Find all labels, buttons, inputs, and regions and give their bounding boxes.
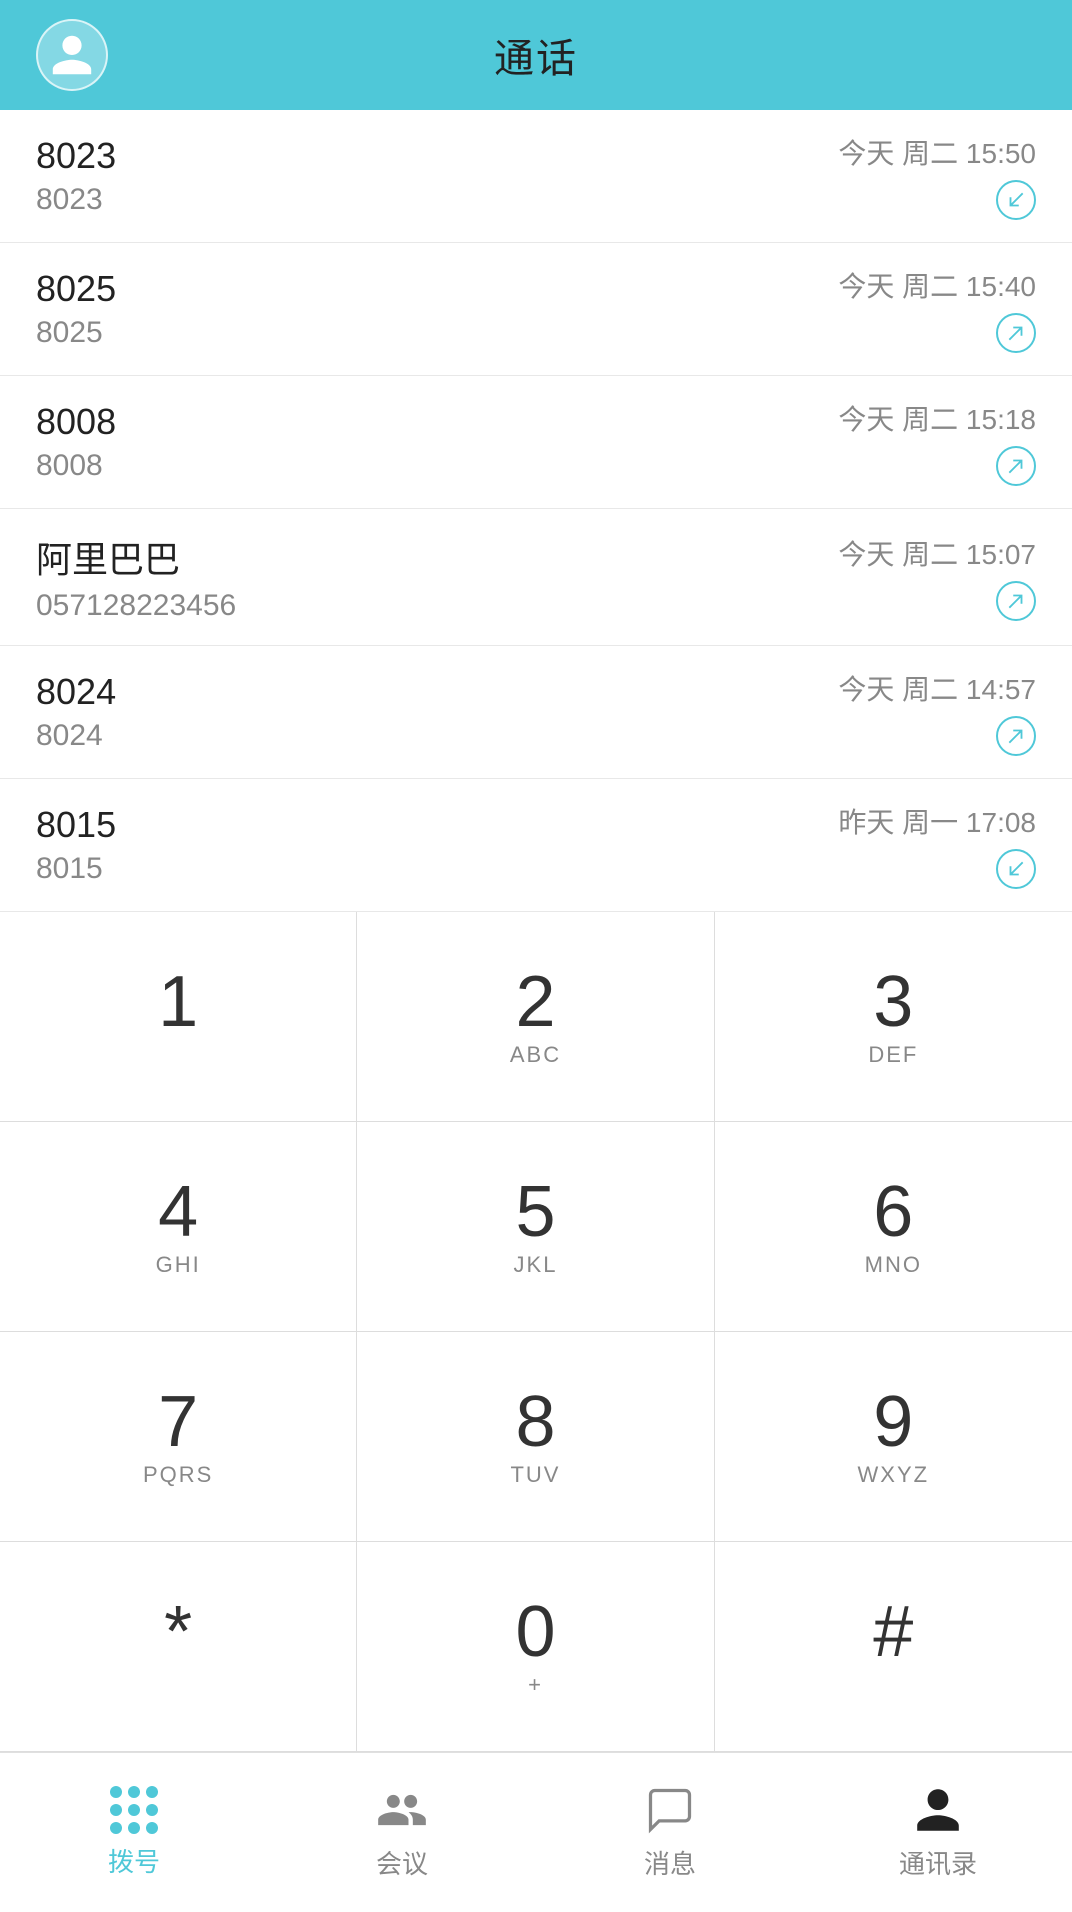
key-digit: 7 — [158, 1386, 198, 1458]
outgoing-call-icon — [996, 581, 1036, 621]
dialpad: 1 2 ABC 3 DEF 4 GHI 5 JKL 6 MNO 7 PQRS 8… — [0, 912, 1072, 1752]
nav-item-contacts[interactable]: 通讯录 — [804, 1753, 1072, 1912]
call-time: 今天 周二 15:50 — [838, 132, 1036, 172]
key-letters: JKL — [514, 1252, 558, 1278]
call-name: 8024 — [36, 671, 116, 713]
call-item[interactable]: 8024 8024 今天 周二 14:57 — [0, 646, 1072, 779]
call-name: 8023 — [36, 135, 116, 177]
bottom-nav: 拨号 会议 消息 通讯录 — [0, 1752, 1072, 1912]
outgoing-call-icon — [996, 716, 1036, 756]
key-digit: 0 — [515, 1596, 555, 1668]
dialpad-key-5[interactable]: 5 JKL — [357, 1122, 714, 1332]
dialpad-key-1[interactable]: 1 — [0, 912, 357, 1122]
key-digit: 8 — [515, 1386, 555, 1458]
call-item-info: 8015 8015 — [36, 804, 116, 886]
dialpad-key-*[interactable]: * — [0, 1542, 357, 1752]
nav-label: 拨号 — [108, 1842, 160, 1879]
key-digit: 3 — [873, 966, 913, 1038]
dialpad-nav-icon — [110, 1786, 158, 1834]
call-item[interactable]: 8023 8023 今天 周二 15:50 — [0, 110, 1072, 243]
key-letters: DEF — [868, 1042, 918, 1068]
nav-item-meeting[interactable]: 会议 — [268, 1753, 536, 1912]
call-item-info: 8024 8024 — [36, 671, 116, 753]
avatar[interactable] — [36, 19, 108, 91]
call-number: 8025 — [36, 316, 116, 350]
dialpad-key-8[interactable]: 8 TUV — [357, 1332, 714, 1542]
key-letters: + — [528, 1672, 543, 1698]
call-item-meta: 今天 周二 14:57 — [838, 668, 1036, 756]
call-item-info: 8025 8025 — [36, 268, 116, 350]
outgoing-call-icon — [996, 313, 1036, 353]
dialpad-key-#[interactable]: # — [715, 1542, 1072, 1752]
dialpad-key-2[interactable]: 2 ABC — [357, 912, 714, 1122]
nav-item-messages[interactable]: 消息 — [536, 1753, 804, 1912]
key-letters: WXYZ — [858, 1462, 930, 1488]
outgoing-call-icon — [996, 446, 1036, 486]
call-number: 8008 — [36, 449, 116, 483]
messages-icon — [644, 1784, 696, 1836]
key-letters: ABC — [510, 1042, 561, 1068]
key-letters: TUV — [510, 1462, 560, 1488]
call-item[interactable]: 8015 8015 昨天 周一 17:08 — [0, 779, 1072, 912]
key-letters: GHI — [156, 1252, 201, 1278]
call-number: 8023 — [36, 183, 116, 217]
key-digit: 9 — [873, 1386, 913, 1458]
incoming-call-icon — [996, 180, 1036, 220]
key-digit: * — [164, 1596, 192, 1668]
dialpad-key-0[interactable]: 0 + — [357, 1542, 714, 1752]
call-name: 阿里巴巴 — [36, 531, 236, 583]
call-time: 今天 周二 15:18 — [838, 398, 1036, 438]
key-digit: 6 — [873, 1176, 913, 1248]
dialpad-key-9[interactable]: 9 WXYZ — [715, 1332, 1072, 1542]
call-time: 今天 周二 15:40 — [838, 265, 1036, 305]
call-list: 8023 8023 今天 周二 15:50 8025 8025 今天 周二 15… — [0, 110, 1072, 912]
call-item[interactable]: 阿里巴巴 057128223456 今天 周二 15:07 — [0, 509, 1072, 646]
call-item-info: 8008 8008 — [36, 401, 116, 483]
call-item[interactable]: 8008 8008 今天 周二 15:18 — [0, 376, 1072, 509]
dialpad-key-4[interactable]: 4 GHI — [0, 1122, 357, 1332]
meeting-icon — [376, 1784, 428, 1836]
call-name: 8015 — [36, 804, 116, 846]
nav-label: 消息 — [644, 1844, 696, 1881]
call-item[interactable]: 8025 8025 今天 周二 15:40 — [0, 243, 1072, 376]
person-icon — [48, 31, 96, 79]
nav-label: 通讯录 — [899, 1844, 977, 1881]
call-item-meta: 昨天 周一 17:08 — [838, 801, 1036, 889]
key-digit: # — [873, 1596, 913, 1668]
call-item-info: 阿里巴巴 057128223456 — [36, 531, 236, 623]
contacts-icon — [912, 1784, 964, 1836]
call-number: 057128223456 — [36, 589, 236, 623]
call-number: 8024 — [36, 719, 116, 753]
call-item-meta: 今天 周二 15:18 — [838, 398, 1036, 486]
call-item-info: 8023 8023 — [36, 135, 116, 217]
call-time: 昨天 周一 17:08 — [838, 801, 1036, 841]
dialpad-key-7[interactable]: 7 PQRS — [0, 1332, 357, 1542]
dialpad-key-6[interactable]: 6 MNO — [715, 1122, 1072, 1332]
call-name: 8025 — [36, 268, 116, 310]
incoming-call-icon — [996, 849, 1036, 889]
call-item-meta: 今天 周二 15:40 — [838, 265, 1036, 353]
call-number: 8015 — [36, 852, 116, 886]
key-digit: 2 — [515, 966, 555, 1038]
dialpad-key-3[interactable]: 3 DEF — [715, 912, 1072, 1122]
call-item-meta: 今天 周二 15:50 — [838, 132, 1036, 220]
page-title: 通话 — [494, 26, 578, 84]
nav-label: 会议 — [376, 1844, 428, 1881]
key-digit: 4 — [158, 1176, 198, 1248]
call-time: 今天 周二 14:57 — [838, 668, 1036, 708]
call-name: 8008 — [36, 401, 116, 443]
call-item-meta: 今天 周二 15:07 — [838, 533, 1036, 621]
key-letters: MNO — [865, 1252, 922, 1278]
key-digit: 1 — [158, 966, 198, 1038]
nav-item-dialpad[interactable]: 拨号 — [0, 1753, 268, 1912]
header: 通话 — [0, 0, 1072, 110]
key-letters: PQRS — [143, 1462, 213, 1488]
key-digit: 5 — [515, 1176, 555, 1248]
call-time: 今天 周二 15:07 — [838, 533, 1036, 573]
